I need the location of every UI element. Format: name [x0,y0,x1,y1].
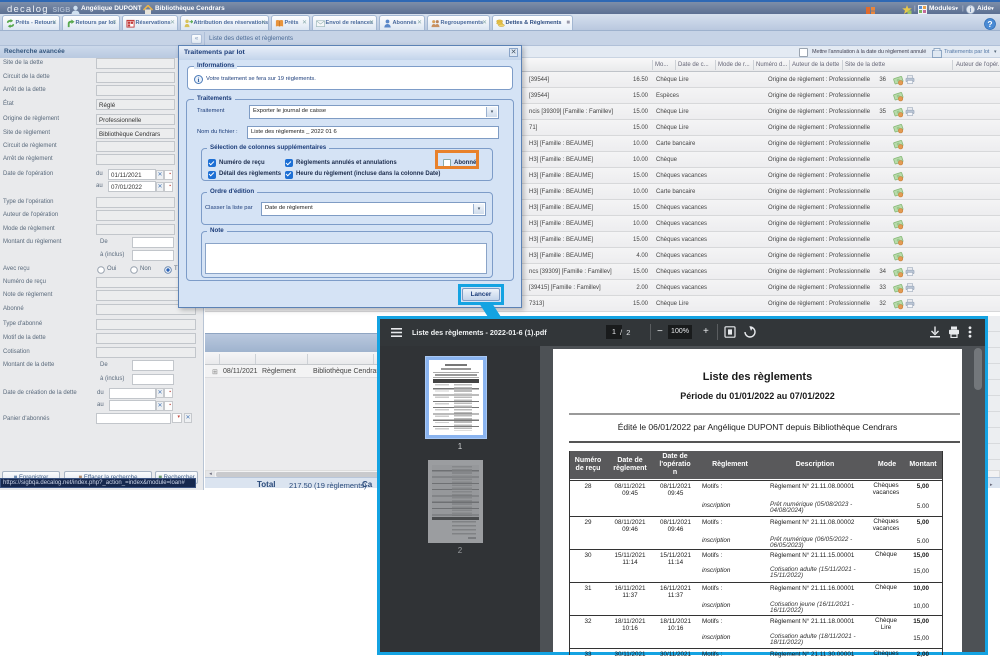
svg-text:?: ? [987,19,992,29]
svg-text:i: i [198,77,200,84]
